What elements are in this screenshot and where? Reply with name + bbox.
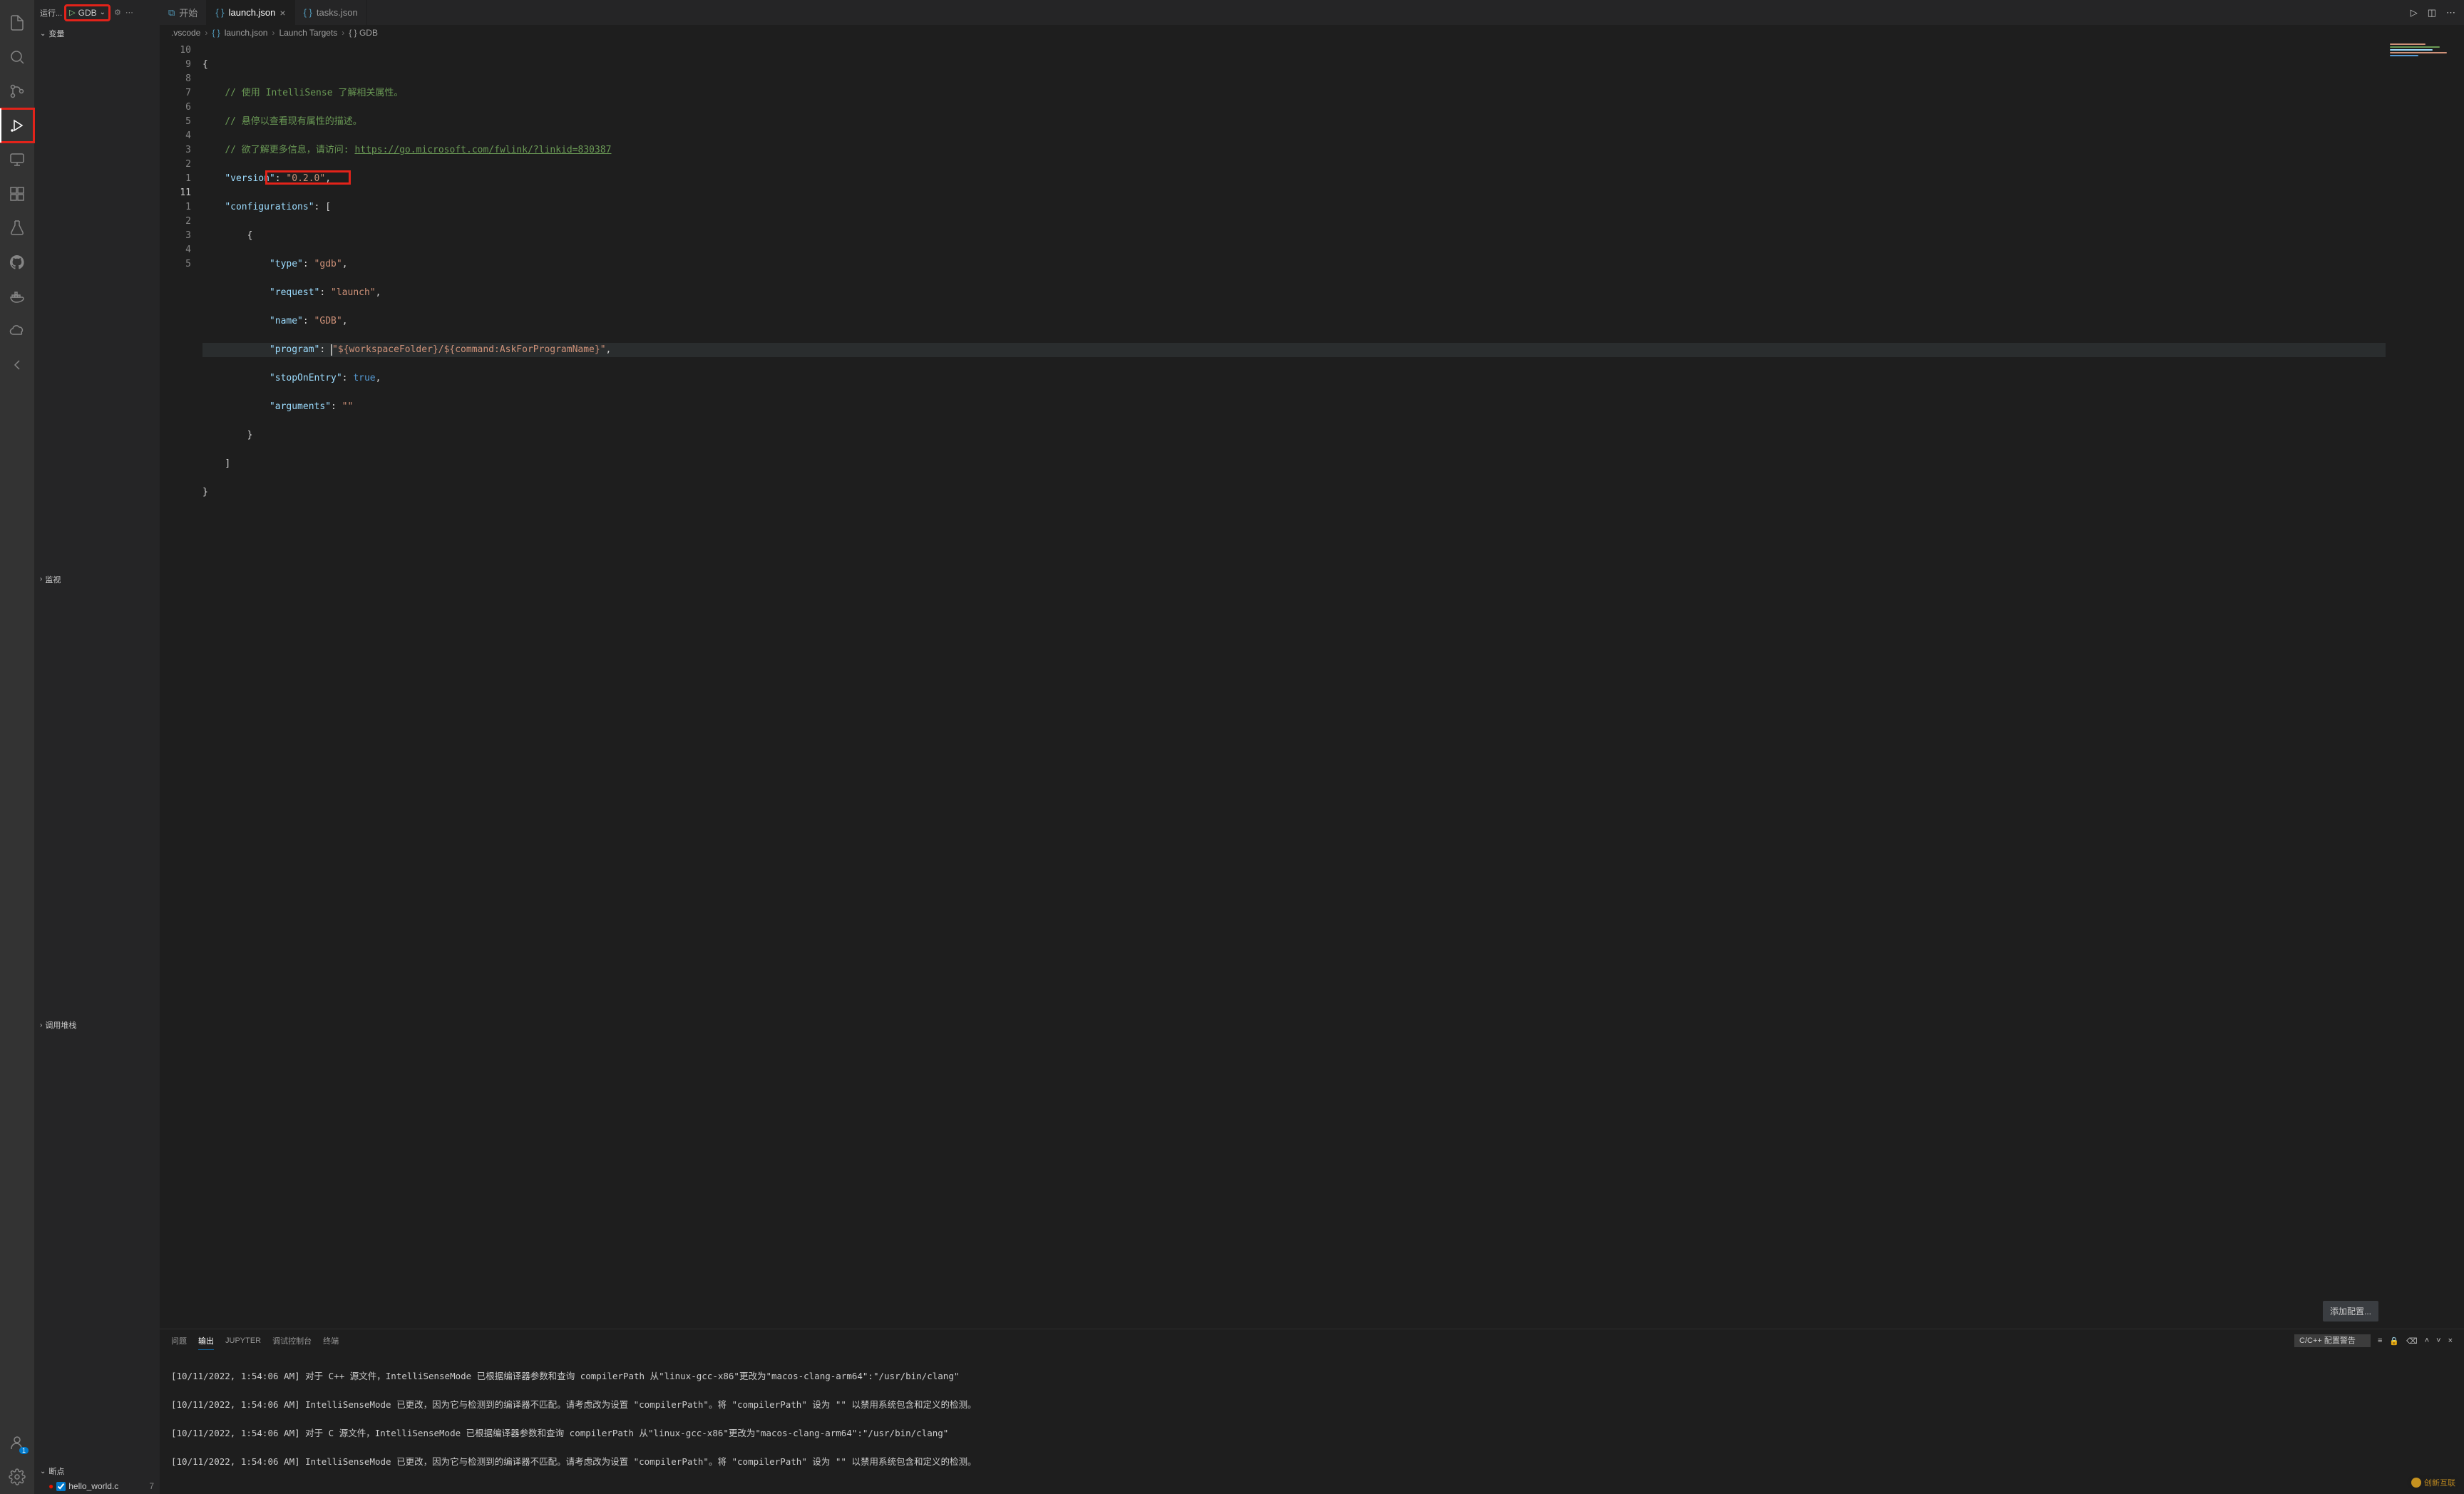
run-icon[interactable]: ▷ (2411, 7, 2418, 19)
json-file-icon: { } (304, 7, 312, 18)
section-callstack[interactable]: ›调用堆栈 (34, 1016, 160, 1034)
close-panel-icon[interactable]: × (2448, 1336, 2453, 1345)
close-icon[interactable]: × (279, 7, 285, 19)
run-label: 运行... (40, 7, 62, 19)
play-icon[interactable]: ▷ (69, 8, 75, 17)
run-config-name: GDB (78, 8, 97, 18)
section-variables[interactable]: ⌄变量 (34, 25, 160, 42)
more-icon[interactable]: ⋯ (125, 8, 133, 17)
minimap[interactable] (2386, 41, 2464, 1329)
section-breakpoints[interactable]: ⌄断点 (34, 1463, 160, 1480)
accounts-icon[interactable]: 1 (0, 1426, 34, 1460)
tab-launch-json[interactable]: { }launch.json× (207, 0, 294, 25)
add-configuration-button[interactable]: 添加配置... (2323, 1301, 2378, 1322)
debug-sidebar: 运行... ▷ GDB ⌄ ⚙ ⋯ ⌄变量 ›监视 ›调用堆栈 ⌄断点 ● he… (34, 0, 160, 1494)
lock-icon[interactable]: 🔒 (2389, 1336, 2399, 1346)
clear-icon[interactable]: ⌫ (2406, 1336, 2418, 1346)
gear-icon[interactable]: ⚙ (114, 8, 121, 17)
breadcrumb[interactable]: .vscode› { }launch.json› Launch Targets›… (160, 25, 2464, 41)
github-icon[interactable] (0, 245, 34, 279)
json-file-icon: { } (212, 28, 220, 38)
section-watch[interactable]: ›监视 (34, 571, 160, 588)
output-body[interactable]: [10/11/2022, 1:54:06 AM] 对于 C++ 源文件，Inte… (160, 1352, 2464, 1494)
watermark: 创新互联 (2407, 1475, 2460, 1490)
chevron-right-icon: › (40, 575, 42, 583)
explorer-icon[interactable] (0, 6, 34, 40)
back-icon[interactable] (0, 348, 34, 382)
tab-start[interactable]: ⧉开始 (160, 0, 207, 25)
cloud-icon[interactable] (0, 314, 34, 348)
maximize-icon[interactable]: ˅ (2436, 1336, 2440, 1345)
settings-gear-icon[interactable] (0, 1460, 34, 1494)
json-file-icon: { } (215, 7, 224, 18)
source-control-icon[interactable] (0, 74, 34, 108)
chevron-down-icon: ⌄ (100, 9, 106, 16)
breakpoint-line: 7 (149, 1481, 154, 1491)
chevron-up-icon[interactable]: ˄ (2425, 1336, 2429, 1345)
ptab-output[interactable]: 输出 (198, 1332, 214, 1350)
filter-icon[interactable]: ≡ (2378, 1336, 2382, 1345)
activity-bar: 1 (0, 0, 34, 1494)
editor-tabs: ⧉开始 { }launch.json× { }tasks.json ▷ ◫ ⋯ (160, 0, 2464, 25)
search-icon[interactable] (0, 40, 34, 74)
breakpoint-file: hello_world.c (68, 1481, 118, 1491)
chevron-down-icon: ⌄ (40, 1468, 46, 1475)
ptab-jupyter[interactable]: JUPYTER (225, 1334, 261, 1348)
line-gutter: 10 9 8 7 6 5 4 3 2 1 11 1 2 3 4 5 (160, 41, 202, 1329)
ptab-terminal[interactable]: 终端 (323, 1332, 339, 1349)
ptab-debug-console[interactable]: 调试控制台 (272, 1332, 312, 1349)
chevron-down-icon: ⌄ (40, 30, 46, 38)
chevron-right-icon: › (40, 1021, 42, 1029)
breakpoint-checkbox[interactable] (56, 1482, 66, 1491)
ptab-problems[interactable]: 问题 (171, 1332, 187, 1349)
vscode-file-icon: ⧉ (168, 7, 175, 19)
run-debug-icon[interactable] (0, 108, 34, 143)
breakpoint-dot-icon: ● (48, 1481, 53, 1491)
more-icon[interactable]: ⋯ (2446, 7, 2455, 19)
editor-area: ⧉开始 { }launch.json× { }tasks.json ▷ ◫ ⋯ … (160, 0, 2464, 1494)
docker-icon[interactable] (0, 279, 34, 314)
sidebar-header: 运行... ▷ GDB ⌄ ⚙ ⋯ (34, 0, 160, 25)
extensions-icon[interactable] (0, 177, 34, 211)
test-icon[interactable] (0, 211, 34, 245)
remote-icon[interactable] (0, 143, 34, 177)
bottom-panel: 问题 输出 JUPYTER 调试控制台 终端 C/C++ 配置警告 ≡ 🔒 ⌫ … (160, 1329, 2464, 1494)
tab-tasks-json[interactable]: { }tasks.json (295, 0, 367, 25)
accounts-badge: 1 (19, 1447, 29, 1454)
output-channel-select[interactable]: C/C++ 配置警告 (2294, 1334, 2371, 1347)
code-editor[interactable]: { // 使用 IntelliSense 了解相关属性。 // 悬停以查看现有属… (202, 41, 2386, 1329)
split-editor-icon[interactable]: ◫ (2428, 7, 2436, 19)
run-config-dropdown[interactable]: ▷ GDB ⌄ (65, 5, 110, 21)
